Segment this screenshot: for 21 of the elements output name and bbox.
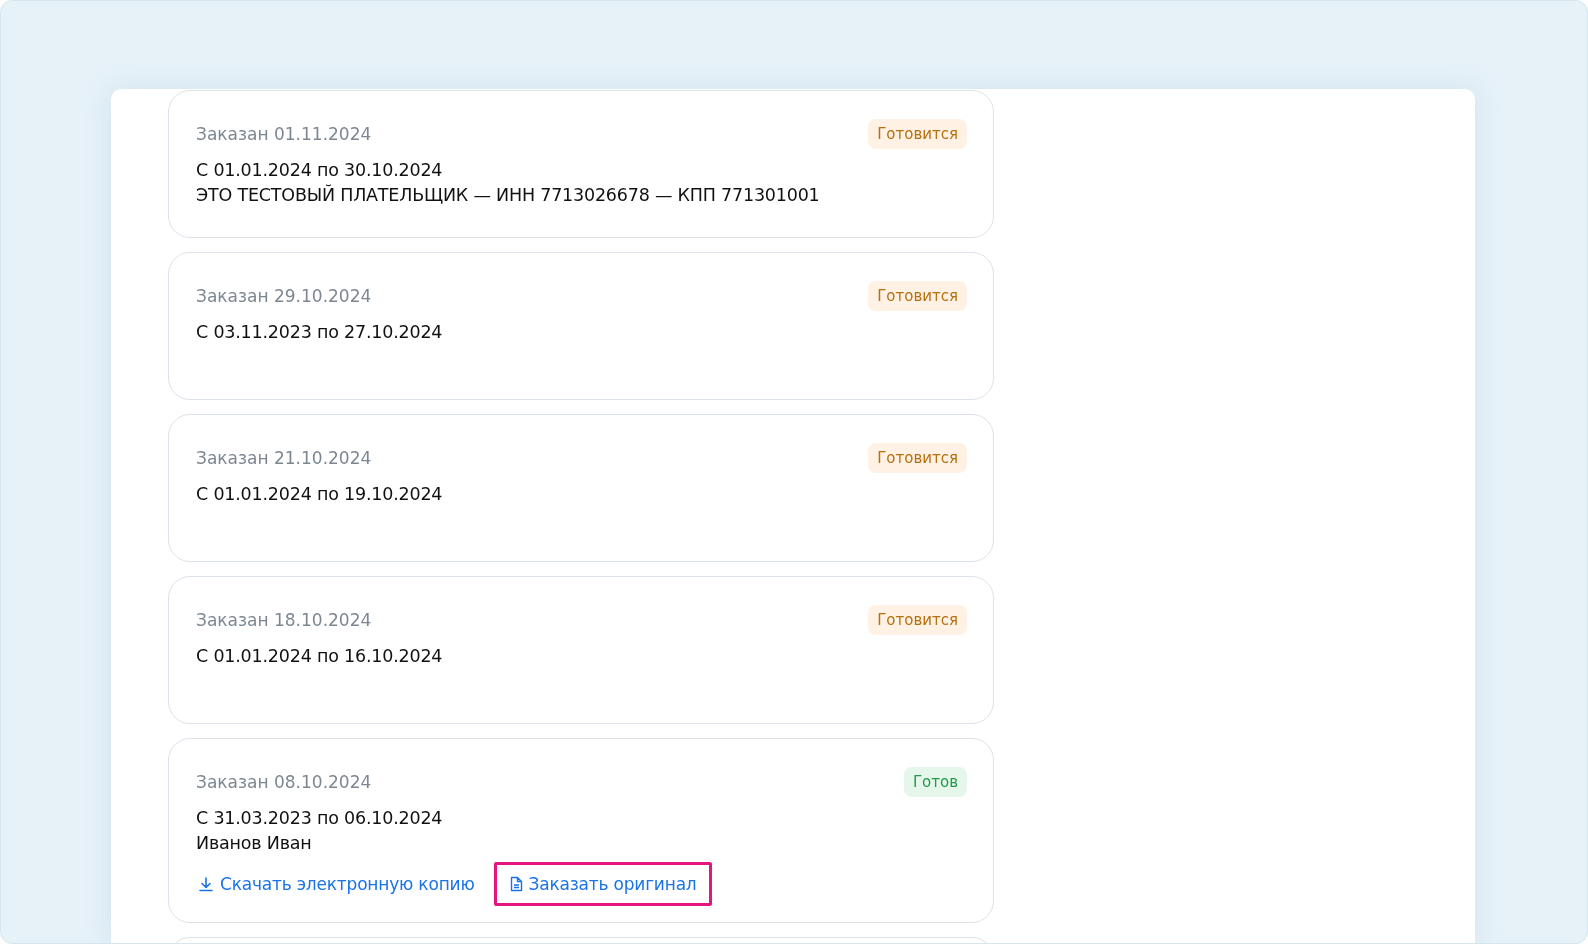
status-badge: Готовится: [868, 605, 967, 635]
order-date: Заказан 18.10.2024: [196, 610, 372, 630]
order-date: Заказан 01.11.2024: [196, 124, 372, 144]
order-date: Заказан 08.10.2024: [196, 772, 372, 792]
download-icon: [198, 876, 214, 892]
order-date: Заказан 21.10.2024: [196, 448, 372, 468]
status-badge: Готовится: [868, 281, 967, 311]
status-badge: Готов: [903, 767, 967, 797]
order-detail: С 01.01.2024 по 30.10.2024: [196, 159, 444, 182]
action-link[interactable]: Заказать оригинал: [493, 862, 712, 906]
order-detail: ЭТО ТЕСТОВЫЙ ПЛАТЕЛЬЩИК — ИНН 7713026678 — КПП 771301001: [196, 183, 821, 207]
order-detail: С 01.01.2024 по 16.10.2024: [196, 645, 444, 668]
action-link[interactable]: Скачать электронную копию: [195, 862, 490, 906]
order-date: Заказан 29.10.2024: [196, 286, 372, 306]
document-icon: [509, 876, 523, 892]
order-detail: С 03.11.2023 по 27.10.2024: [196, 321, 444, 344]
order-detail: Иванов Иван: [196, 832, 313, 855]
order-detail: С 31.03.2023 по 06.10.2024: [196, 807, 444, 830]
status-badge: Готовится: [868, 443, 967, 473]
status-badge: Готовится: [868, 119, 967, 149]
order-detail: С 01.01.2024 по 19.10.2024: [196, 483, 444, 506]
